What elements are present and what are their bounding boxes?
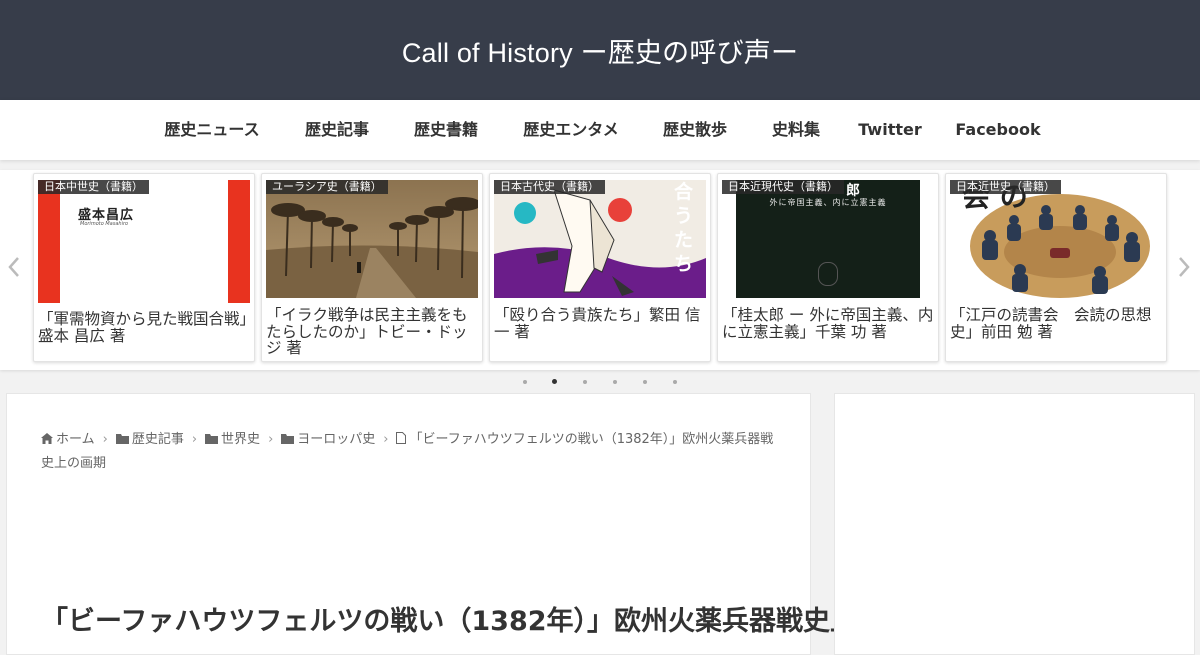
nav-item-history-articles[interactable]: 歴史記事	[305, 100, 369, 160]
carousel-dot[interactable]	[643, 380, 647, 384]
carousel-dot[interactable]	[583, 380, 587, 384]
carousel-dot[interactable]	[673, 380, 677, 384]
chevron-right-icon: ›	[191, 432, 198, 447]
desert-photo-image	[266, 180, 478, 298]
site-header: Call of History ー歴史の呼び声ー	[0, 0, 1200, 100]
home-icon	[41, 429, 53, 452]
carousel-card[interactable]: 会 の 日本近世史（書籍） 「江戸の読書会 会読の思想史」前田 勉 著	[945, 173, 1167, 362]
breadcrumb-item-world-history[interactable]: 世界史	[221, 432, 260, 447]
global-nav: 歴史ニュース 歴史記事 歴史書籍 歴史エンタメ 歴史散歩 史料集 Twitter…	[0, 100, 1200, 160]
folder-icon	[281, 429, 295, 452]
carousel-card[interactable]: 合う たち 日本古代史（書籍） 「殴り合う貴族たち」繁田 信一 著	[489, 173, 711, 362]
card-title[interactable]: 「軍需物資から見た戦国合戦」盛本 昌広 著	[38, 311, 250, 344]
card-title[interactable]: 「殴り合う貴族たち」繁田 信一 著	[494, 307, 706, 340]
card-title[interactable]: 「桂太郎 ー 外に帝国主義、内に立憲主義」千葉 功 著	[722, 307, 934, 340]
nav-item-history-news[interactable]: 歴史ニュース	[164, 100, 259, 160]
main-content: ホーム › 歴史記事 › 世界史 › ヨーロッパ史 › 「ビーファハウツフェルツの戦い（1382…	[6, 393, 939, 655]
carousel-card[interactable]: 外に帝国主義、内に立憲主義 郎 日本近現代史（書籍） 「桂太郎 ー 外に帝国主義…	[717, 173, 939, 362]
breadcrumb-home[interactable]: ホーム	[56, 432, 95, 447]
category-badge: 日本近世史（書籍）	[950, 180, 1061, 194]
featured-carousel: 盛本昌広 Morimoto Masahiro 日本中世史（書籍） 「軍需物資から…	[0, 170, 1200, 370]
cover-subtitle-text: 外に帝国主義、内に立憲主義	[769, 198, 887, 207]
folder-icon	[205, 429, 219, 452]
cover-title-text: 合う たち	[674, 181, 694, 275]
chevron-right-icon: ›	[268, 432, 274, 447]
breadcrumb: ホーム › 歴史記事 › 世界史 › ヨーロッパ史 › 「ビーファハウツフェルツの戦い（1382…	[41, 428, 781, 475]
nav-item-history-walks[interactable]: 歴史散歩	[663, 100, 727, 160]
carousel-dot[interactable]	[523, 380, 527, 384]
folder-icon	[115, 429, 129, 452]
book-cover-image: 合う たち	[494, 180, 706, 298]
book-cover-image: 会 の	[950, 180, 1162, 298]
category-badge: 日本中世史（書籍）	[38, 180, 149, 194]
nav-item-history-books[interactable]: 歴史書籍	[414, 100, 478, 160]
carousel-dot[interactable]	[613, 380, 617, 384]
nav-item-twitter[interactable]: Twitter	[858, 100, 921, 160]
breadcrumb-item-european-history[interactable]: ヨーロッパ史	[297, 432, 375, 447]
cover-author-romaji: Morimoto Masahiro	[80, 221, 129, 227]
nav-item-facebook[interactable]: Facebook	[955, 100, 1040, 160]
card-title[interactable]: 「江戸の読書会 会読の思想史」前田 勉 著	[950, 307, 1162, 340]
chevron-right-icon: ›	[102, 432, 108, 447]
chevron-right-icon: ›	[383, 432, 389, 447]
site-title[interactable]: Call of History ー歴史の呼び声ー	[402, 31, 798, 70]
category-badge: ユーラシア史（書籍）	[266, 180, 388, 194]
carousel-pagination	[0, 376, 1200, 388]
carousel-card[interactable]: 盛本昌広 Morimoto Masahiro 日本中世史（書籍） 「軍需物資から…	[33, 173, 255, 362]
carousel-card[interactable]: ユーラシア史（書籍） 「イラク戦争は民主主義をもたらしたのか」トビー・ドッジ 著	[261, 173, 483, 362]
category-badge: 日本近現代史（書籍）	[722, 180, 844, 194]
chevron-left-icon[interactable]	[7, 256, 21, 284]
category-badge: 日本古代史（書籍）	[494, 180, 605, 194]
breadcrumb-item-history-articles[interactable]: 歴史記事	[132, 432, 184, 447]
carousel-dot-active[interactable]	[552, 379, 557, 384]
nav-item-sources[interactable]: 史料集	[772, 100, 820, 160]
sidebar	[834, 393, 1195, 655]
post-title: 「ビーファハウツフェルツの戦い（1382年）」欧州火薬兵器戦史上の画期	[41, 606, 939, 637]
chevron-right-icon[interactable]	[1177, 256, 1191, 284]
nav-item-history-entertainment[interactable]: 歴史エンタメ	[523, 100, 619, 160]
card-title[interactable]: 「イラク戦争は民主主義をもたらしたのか」トビー・ドッジ 著	[266, 307, 478, 357]
file-icon	[396, 429, 407, 452]
book-cover-image: 盛本昌広 Morimoto Masahiro	[38, 180, 250, 303]
book-cover-image: 外に帝国主義、内に立憲主義 郎	[722, 180, 934, 298]
